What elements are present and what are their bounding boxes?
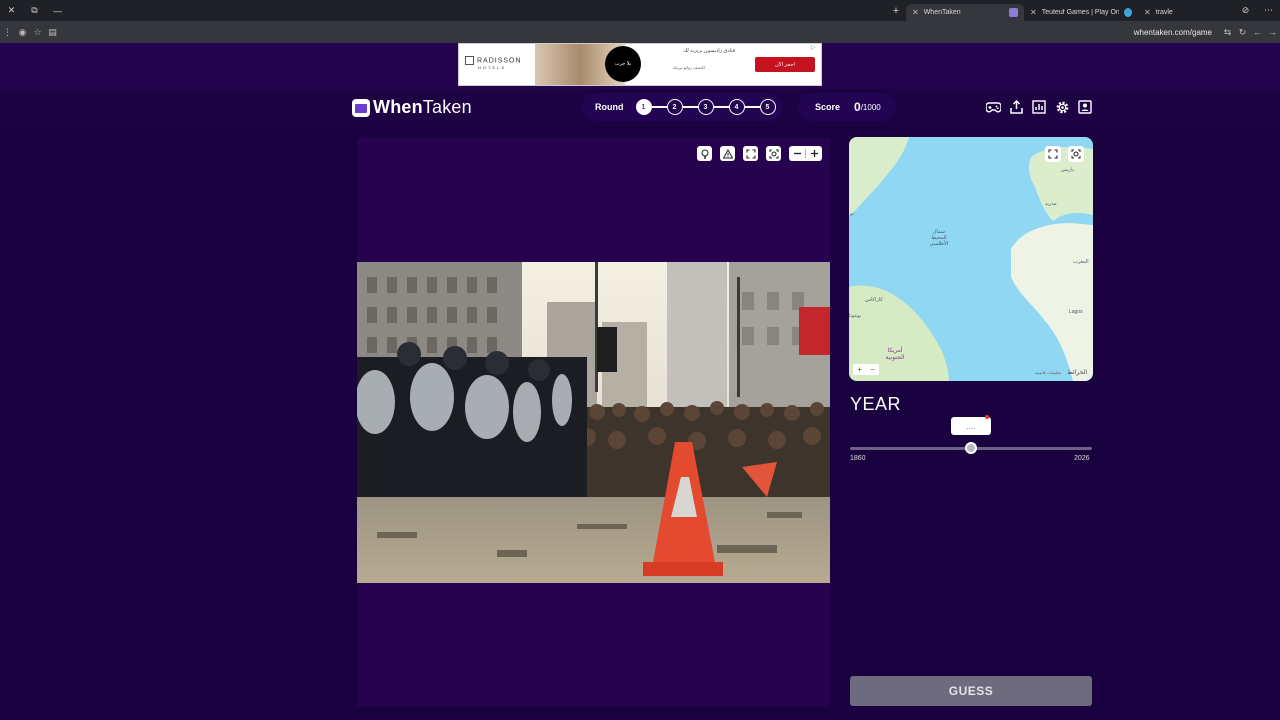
photo-toolbar [697, 146, 822, 161]
photo-panel [357, 138, 830, 707]
map-label-west-edge: ﺗﻮ [850, 211, 854, 217]
map-label-north-atlantic: شمال المحيط الأطلسي [929, 229, 949, 247]
close-tab-icon[interactable]: ✕ [1144, 8, 1151, 17]
close-window-icon[interactable]: ✕ [0, 0, 23, 21]
reload-icon[interactable]: ↻ [1235, 27, 1250, 38]
year-slider-min: 1860 [850, 455, 866, 462]
round-indicator: Round 1 2 3 4 5 [582, 93, 782, 121]
year-slider-max: 2026 [1074, 455, 1090, 462]
ad-subline: اكتشف روائع بيريتك [672, 65, 705, 70]
back-icon[interactable]: ← [1250, 27, 1265, 37]
gear-icon[interactable] [1054, 99, 1070, 115]
guess-button[interactable]: GUESS [850, 676, 1092, 706]
minimize-window-icon[interactable]: — [46, 0, 69, 21]
round-dot-1: 1 [635, 99, 652, 115]
hint-lightbulb-icon[interactable] [697, 146, 712, 161]
share-icon[interactable] [1008, 99, 1024, 115]
stats-icon[interactable] [1031, 99, 1047, 115]
year-required-dot [985, 415, 989, 419]
mystery-photo [357, 262, 830, 583]
tab-title: travle [1155, 9, 1173, 16]
world-map-image [849, 137, 1093, 381]
map-label-south-america: أمريكا الجنوبية [885, 348, 905, 361]
report-warning-icon[interactable] [720, 146, 735, 161]
tab-title: Teuteuf Games | Play Online Ga [1041, 9, 1120, 16]
url-text[interactable]: whentaken.com/game [1134, 28, 1212, 37]
score-max: /1000 [860, 102, 881, 112]
round-dot-5: 5 [759, 99, 776, 115]
reading-list-icon[interactable]: ▤ [45, 27, 60, 38]
tab-travle[interactable]: ✕ travle [1138, 4, 1234, 21]
map-provider-label: الخرائط [1067, 370, 1087, 376]
map-label-morocco: المغرب [1073, 259, 1089, 265]
zoom-out-icon[interactable] [789, 146, 805, 161]
ad-headline: فنادق راديسون بريزنة لك [683, 48, 735, 54]
tab-teuteuf-games[interactable]: ✕ Teuteuf Games | Play Online Ga [1024, 4, 1138, 21]
zoom-in-icon[interactable] [806, 146, 822, 161]
forward-icon[interactable]: → [1265, 27, 1280, 37]
fullscreen-icon[interactable] [743, 146, 758, 161]
close-tab-icon[interactable]: ✕ [912, 8, 919, 17]
round-track: 1 2 3 4 5 [635, 99, 776, 115]
advertisement-banner[interactable]: RADISSON HOTELS يلا جرب فنادق راديسون بر… [458, 43, 822, 86]
map-zoom-controls: + − [853, 364, 879, 375]
map-credit: معلومات قانونية الخرائط [1035, 369, 1087, 376]
browser-address-bar: ⋮ ◉ ☆ ▤ whentaken.com/game ⇆ ↻ ← → [0, 21, 1280, 43]
map-label-paris: باريس [1061, 167, 1075, 173]
more-menu-icon[interactable]: ⋯ [1257, 0, 1280, 21]
header-icons [985, 99, 1093, 115]
ad-circle-badge: يلا جرب [605, 46, 641, 82]
map-zoom-in-icon[interactable]: + [857, 365, 862, 374]
ad-brand: RADISSON HOTELS [465, 56, 522, 70]
year-input-field[interactable]: .... [951, 415, 991, 435]
ad-cta-button[interactable]: احجز الآن [755, 57, 815, 72]
site-settings-icon[interactable]: ⇆ [1220, 27, 1235, 38]
adchoices-icon[interactable]: ▷ [811, 44, 819, 52]
recenter-focus-icon[interactable] [766, 146, 781, 161]
protest-scene-image [357, 262, 830, 583]
close-tab-icon[interactable]: ✕ [1030, 8, 1037, 17]
map-recenter-icon[interactable] [1068, 146, 1084, 162]
year-slider-thumb[interactable] [965, 442, 977, 454]
round-dot-2: 2 [666, 99, 683, 115]
map-label-caracas: كاراكاس [865, 297, 883, 303]
round-dot-3: 3 [697, 99, 714, 115]
bookmark-star-icon[interactable]: ☆ [30, 27, 45, 38]
profile-icon[interactable] [1077, 99, 1093, 115]
whentaken-logo[interactable]: WhenTaken [352, 97, 472, 118]
logo-calendar-icon [352, 98, 370, 117]
gamepad-icon[interactable] [985, 99, 1001, 115]
map-label-lagos: Lagos [1069, 309, 1083, 315]
guess-map[interactable]: باريس مدريد شمال المحيط الأطلسي ﺗﻮ المغر… [849, 137, 1093, 381]
restore-window-icon[interactable]: ⧉ [23, 0, 46, 21]
radisson-logo-icon [465, 56, 474, 65]
menu-dots-icon[interactable]: ⋮ [0, 27, 15, 38]
map-zoom-out-icon[interactable]: − [870, 365, 875, 374]
map-legal-link[interactable]: معلومات قانونية [1035, 370, 1061, 375]
tab-title: WhenTaken [923, 9, 961, 16]
round-dot-4: 4 [728, 99, 745, 115]
score-value: 0 [854, 100, 861, 114]
score-label: Score [815, 102, 841, 112]
map-fullscreen-icon[interactable] [1045, 146, 1061, 162]
photo-zoom-controls [789, 146, 822, 161]
compass-icon[interactable]: ⊘ [1234, 0, 1257, 21]
score-indicator: Score 0 /1000 [798, 93, 896, 121]
tab-whentaken[interactable]: ✕ WhenTaken [906, 4, 1024, 21]
app-header: WhenTaken Round 1 2 3 4 5 Score 0 /1000 [0, 89, 1280, 126]
year-title: YEAR [850, 394, 902, 414]
map-label-bogota: بوغوتا [849, 313, 862, 319]
whentaken-favicon-icon [1009, 8, 1018, 17]
round-label: Round [595, 102, 624, 112]
ad-band: RADISSON HOTELS يلا جرب فنادق راديسون بر… [0, 43, 1280, 89]
teuteuf-favicon-icon [1124, 8, 1132, 17]
new-tab-button[interactable]: + [886, 5, 906, 17]
map-label-madrid: مدريد [1045, 201, 1057, 207]
browser-tab-bar: ✕ ⧉ — + ✕ WhenTaken ✕ Teuteuf Games | Pl… [0, 0, 1280, 21]
account-icon[interactable]: ◉ [15, 27, 30, 38]
